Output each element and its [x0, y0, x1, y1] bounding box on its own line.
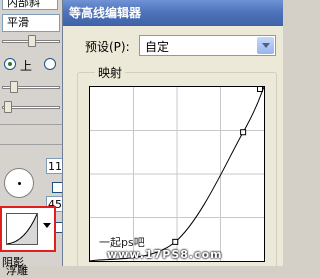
preset-select[interactable]: 自定: [139, 35, 276, 56]
softness-select[interactable]: 平滑: [2, 14, 60, 32]
contour-editor-dialog: 等高线编辑器 预设(P): 自定 映射 一起ps吧 www.17PS8.com: [62, 0, 283, 272]
depth-slider-thumb[interactable]: [28, 35, 36, 47]
layer-style-panel: 内部斜 平滑 上 110 45 阴影 浮雕: [0, 0, 70, 277]
dialog-title: 等高线编辑器: [69, 6, 142, 20]
watermark-url: www.17PS8.com: [107, 248, 223, 261]
curve-control-point[interactable]: [172, 238, 179, 245]
preset-dropdown-button[interactable]: [257, 37, 274, 54]
curve-control-point[interactable]: [257, 86, 263, 92]
dialog-titlebar[interactable]: 等高线编辑器: [63, 0, 283, 26]
chevron-down-icon: [43, 223, 51, 228]
curve-control-point[interactable]: [240, 129, 247, 136]
soften-slider-thumb[interactable]: [4, 101, 12, 113]
direction-down-radio[interactable]: [44, 58, 56, 70]
preset-label: 预设(P):: [85, 40, 130, 54]
blend-mode-field[interactable]: 内部斜: [2, 0, 58, 10]
preset-value: 自定: [145, 40, 170, 54]
divider: [0, 144, 62, 145]
chevron-down-icon: [262, 43, 270, 48]
angle-dial[interactable]: [4, 168, 34, 198]
bottom-label: 浮雕: [6, 264, 28, 277]
mapping-label: 映射: [95, 64, 126, 81]
size-slider-thumb[interactable]: [10, 81, 18, 93]
direction-up-label: 上: [20, 59, 33, 73]
direction-up-radio[interactable]: [4, 58, 16, 70]
contour-preview-icon: [6, 213, 38, 245]
gloss-contour-picker[interactable]: [0, 206, 56, 252]
divider: [0, 124, 62, 125]
